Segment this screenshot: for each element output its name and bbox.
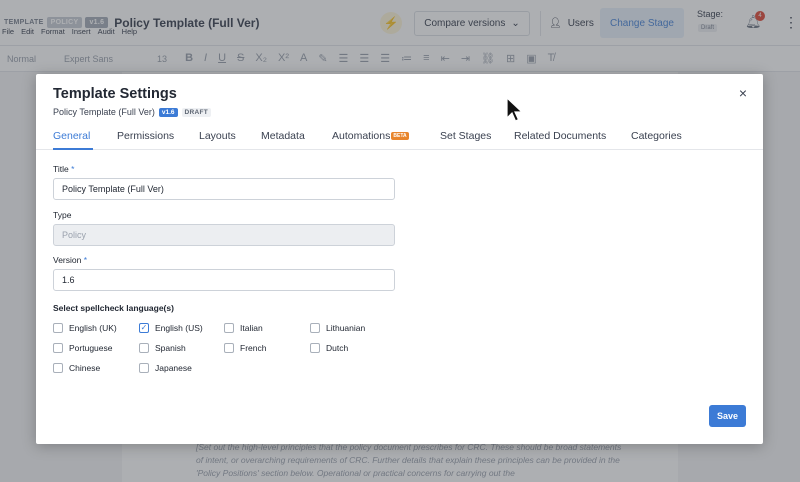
tab-permissions[interactable]: Permissions	[117, 130, 174, 142]
checkbox-portuguese[interactable]: Portuguese	[53, 343, 112, 353]
save-button[interactable]: Save	[709, 405, 746, 427]
checkbox-label: Spanish	[155, 343, 186, 353]
type-input: Policy	[53, 224, 395, 246]
version-badge: v1.6	[158, 107, 178, 117]
checkbox-english-uk[interactable]: English (UK)	[53, 323, 117, 333]
beta-badge: BETA	[391, 132, 409, 140]
checkbox-label: French	[240, 343, 267, 353]
checkbox-lithuanian[interactable]: Lithuanian	[310, 323, 365, 333]
checkbox-dutch[interactable]: Dutch	[310, 343, 348, 353]
tab-automations[interactable]: Automations BETA	[332, 130, 409, 142]
checkbox[interactable]	[139, 363, 149, 373]
checkbox[interactable]	[53, 363, 63, 373]
modal-subtitle-row: Policy Template (Full Ver) v1.6 DRAFT	[53, 107, 212, 117]
checkbox-label: English (US)	[155, 323, 203, 333]
tab-set-stages[interactable]: Set Stages	[440, 130, 491, 142]
checkbox[interactable]	[53, 343, 63, 353]
title-label-text: Title	[53, 164, 69, 174]
checkbox[interactable]	[139, 343, 149, 353]
spellcheck-heading: Select spellcheck language(s)	[53, 303, 174, 313]
checkbox[interactable]	[224, 323, 234, 333]
type-label: Type	[53, 210, 72, 220]
checkmark-icon[interactable]: ✓	[139, 323, 149, 333]
checkbox-label: Lithuanian	[326, 323, 366, 333]
close-icon[interactable]: ×	[739, 85, 747, 101]
tab-automations-label: Automations	[332, 130, 391, 142]
version-label: Version *	[53, 255, 87, 265]
tab-categories[interactable]: Categories	[631, 130, 682, 142]
settings-tabs: General Permissions Layouts Metadata Aut…	[36, 126, 763, 150]
tab-metadata[interactable]: Metadata	[261, 130, 305, 142]
checkbox-italian[interactable]: Italian	[224, 323, 263, 333]
version-input[interactable]: 1.6	[53, 269, 395, 291]
checkbox-label: Italian	[240, 323, 263, 333]
checkbox[interactable]	[224, 343, 234, 353]
tab-related-documents[interactable]: Related Documents	[514, 130, 606, 142]
required-mark: *	[71, 164, 75, 174]
checkbox-label: Chinese	[69, 363, 101, 373]
required-mark: *	[83, 255, 88, 265]
checkbox-label: Japanese	[155, 363, 192, 373]
mouse-cursor-icon	[506, 97, 524, 122]
checkbox-japanese[interactable]: Japanese	[139, 363, 192, 373]
template-settings-modal: Template Settings × Policy Template (Ful…	[36, 74, 763, 444]
modal-title: Template Settings	[53, 86, 177, 102]
checkbox[interactable]	[310, 343, 320, 353]
checkbox-spanish[interactable]: Spanish	[139, 343, 186, 353]
title-label: Title *	[53, 164, 74, 174]
checkbox-english-us[interactable]: ✓ English (US)	[139, 323, 203, 333]
tab-layouts[interactable]: Layouts	[199, 130, 236, 142]
checkbox-label: Portuguese	[69, 343, 113, 353]
checkbox-chinese[interactable]: Chinese	[53, 363, 100, 373]
checkbox[interactable]	[310, 323, 320, 333]
modal-subtitle: Policy Template (Full Ver)	[53, 107, 155, 117]
title-input[interactable]: Policy Template (Full Ver)	[53, 178, 395, 200]
checkbox-label: Dutch	[326, 343, 349, 353]
checkbox-label: English (UK)	[69, 323, 117, 333]
status-badge: DRAFT	[181, 107, 212, 117]
checkbox[interactable]	[53, 323, 63, 333]
tab-general[interactable]: General	[53, 130, 90, 142]
active-tab-indicator	[53, 148, 93, 150]
checkbox-french[interactable]: French	[224, 343, 266, 353]
version-label-text: Version	[53, 255, 82, 265]
